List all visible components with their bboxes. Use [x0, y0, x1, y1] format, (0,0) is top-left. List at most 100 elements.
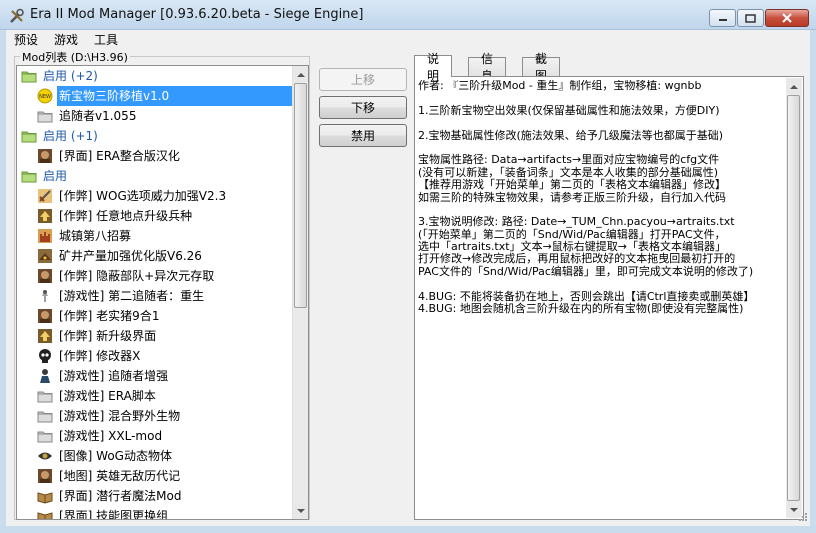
description-line: 如需三阶的特殊宝物效果，请参考正版三阶升级，自行加入代码 [418, 190, 726, 204]
window-title: Era II Mod Manager [0.93.6.20.beta - Sie… [30, 7, 364, 22]
tree-item-label: [作弊] 修改器X [59, 348, 141, 363]
menu-tools[interactable]: 工具 [86, 31, 126, 48]
description-line: 作者: 『三阶升级Mod - 重生』制作组，宝物移植: wgnbb [418, 80, 702, 92]
tree-mod-item[interactable]: [游戏性] ERA脚本 [17, 386, 295, 406]
folder-gray-icon [37, 388, 53, 404]
eye-icon [37, 448, 53, 464]
tree-mod-item[interactable]: [游戏性] XXL-mod [17, 426, 295, 446]
title-bar[interactable]: Era II Mod Manager [0.93.6.20.beta - Sie… [0, 0, 816, 30]
resize-grip-icon[interactable] [796, 512, 808, 524]
tree-category[interactable]: 启用 [17, 166, 295, 186]
tree-item-label: 矿井产量加强优化版V6.26 [59, 248, 202, 263]
tree-mod-item[interactable]: [地图] 英雄无敌历代记 [17, 466, 295, 486]
tree-mod-item[interactable]: 城镇第八招募 [17, 226, 295, 246]
folder-gray-icon [37, 428, 53, 444]
close-button[interactable] [765, 9, 809, 27]
tree-item-label: 启用 (+1) [43, 128, 98, 143]
tree-item-label: [游戏性] 追随者增强 [59, 368, 169, 383]
tab-screenshots[interactable]: 截图 [522, 52, 561, 83]
portrait-icon [37, 308, 53, 324]
new-badge-icon: NEW [37, 88, 53, 104]
tree-mod-item[interactable]: [作弊] 新升级界面 [17, 326, 295, 346]
tree-item-label: [界面] 技能图更换组 [59, 508, 169, 520]
description-text: 作者: 『三阶升级Mod - 重生』制作组，宝物移植: wgnbb 1.三阶新宝物… [418, 80, 784, 517]
description-scrollbar[interactable] [786, 78, 802, 518]
chevron-up-icon [297, 72, 305, 77]
tree-item-label: [界面] ERA整合版汉化 [59, 148, 180, 163]
close-icon [782, 13, 792, 23]
folder-icon [21, 128, 37, 144]
tree-item-label: [游戏性] XXL-mod [59, 428, 163, 443]
tree-item-label: 启用 [43, 168, 68, 183]
tree-item-label: [作弊] 隐蔽部队+异次元存取 [59, 268, 215, 283]
desc-scroll-thumb[interactable] [787, 95, 800, 501]
tree-item-label: [游戏性] ERA脚本 [59, 388, 156, 403]
description-line: 3.宝物说明修改: 路径: Date→_TUM_Chn.pacyou→artra… [418, 215, 735, 229]
mine-icon [37, 248, 53, 264]
tree-mod-item[interactable]: [作弊] 老实猪9合1 [17, 306, 295, 326]
client-area: Mod列表 (D:\H3.96) 启用 (+2) NEW 新宝物三阶移植v1.0 追随… [6, 48, 810, 526]
description-line: 4.BUG: 地图会随机含三阶升级在内的所有宝物(即使没有完整属性) [418, 302, 744, 316]
menu-presets[interactable]: 预设 [6, 31, 46, 48]
tree-item-label: [作弊] 老实猪9合1 [59, 308, 160, 323]
tree-item-label: [作弊] 任意地点升级兵种 [59, 208, 193, 223]
tree-mod-item[interactable]: [游戏性] 追随者增强 [17, 366, 295, 386]
mod-tree[interactable]: 启用 (+2) NEW 新宝物三阶移植v1.0 追随者v1.055 启用 (+1) [界面… [16, 65, 309, 520]
mod-list-scrollbar[interactable] [292, 66, 308, 519]
tree-item-label: [图像] WoG动态物体 [59, 448, 172, 463]
book-icon [37, 508, 53, 519]
description-line: 宝物属性路径: Data→artifacts→里面对应宝物编号的cfg文件 [418, 153, 720, 167]
move-up-button[interactable]: 上移 [319, 68, 407, 91]
tree-mod-item[interactable]: 矿井产量加强优化版V6.26 [17, 246, 295, 266]
scroll-down-arrow[interactable] [293, 503, 308, 519]
tree-category[interactable]: 启用 (+1) [17, 126, 295, 146]
tree-mod-item[interactable]: [游戏性] 混合野外生物 [17, 406, 295, 426]
tree-item-label: [界面] 潜行者魔法Mod [59, 488, 182, 503]
app-wrench-icon [10, 8, 24, 23]
portrait-icon [37, 148, 53, 164]
sword-icon [37, 188, 53, 204]
castle-icon [37, 228, 53, 244]
chevron-down-icon [297, 508, 305, 513]
tab-description[interactable]: 说明 [414, 52, 453, 83]
minimize-button[interactable] [709, 9, 736, 27]
tab-info[interactable]: 信息 [468, 52, 507, 83]
tree-mod-item[interactable]: [作弊] WOG选项威力加强V2.3 [17, 186, 295, 206]
maximize-button[interactable] [737, 9, 764, 27]
tree-item-label: [作弊] WOG选项威力加强V2.3 [59, 188, 227, 203]
move-down-button[interactable]: 下移 [319, 96, 407, 119]
maximize-icon [745, 13, 756, 23]
tree-mod-item[interactable]: [游戏性] 第二追随者：重生 [17, 286, 295, 306]
description-panel: 作者: 『三阶升级Mod - 重生』制作组，宝物移植: wgnbb 1.三阶新宝物… [414, 76, 804, 520]
tree-mod-item[interactable]: [作弊] 任意地点升级兵种 [17, 206, 295, 226]
menu-game[interactable]: 游戏 [46, 31, 86, 48]
tree-item-label: 启用 (+2) [43, 68, 98, 83]
tree-item-label: 新宝物三阶移植v1.0 [59, 88, 170, 103]
desc-scroll-up-arrow[interactable] [786, 78, 802, 94]
tree-mod-item[interactable]: [作弊] 隐蔽部队+异次元存取 [17, 266, 295, 286]
scroll-up-arrow[interactable] [293, 66, 308, 82]
tree-category[interactable]: 启用 (+2) [17, 66, 295, 86]
tree-mod-item[interactable]: [图像] WoG动态物体 [17, 446, 295, 466]
upgrade-icon [37, 208, 53, 224]
tree-mod-item[interactable]: [作弊] 修改器X [17, 346, 295, 366]
minimize-icon [718, 19, 727, 21]
description-line: 【推荐用游戏「开始菜单」第二页的「表格文本编辑器」修改】 [418, 178, 726, 192]
folder-gray-icon [37, 108, 53, 124]
tree-mod-item[interactable]: 追随者v1.055 [17, 106, 295, 126]
tree-item-label: 追随者v1.055 [59, 108, 137, 123]
disable-button[interactable]: 禁用 [319, 124, 407, 147]
description-line [418, 278, 784, 290]
portrait-icon [37, 468, 53, 484]
folder-icon [21, 168, 37, 184]
tree-mod-item[interactable]: NEW 新宝物三阶移植v1.0 [17, 86, 295, 106]
svg-text:NEW: NEW [39, 94, 51, 100]
tree-mod-item[interactable]: [界面] ERA整合版汉化 [17, 146, 295, 166]
tree-mod-item[interactable]: [界面] 潜行者魔法Mod [17, 486, 295, 506]
description-line [418, 117, 784, 129]
folder-gray-icon [37, 408, 53, 424]
scroll-thumb[interactable] [294, 83, 307, 308]
description-line [418, 92, 784, 104]
description-line: 2.宝物基础属性修改(施法效果、给予几级魔法等也都属于基础) [418, 128, 724, 142]
tree-mod-item[interactable]: [界面] 技能图更换组 [17, 506, 295, 520]
